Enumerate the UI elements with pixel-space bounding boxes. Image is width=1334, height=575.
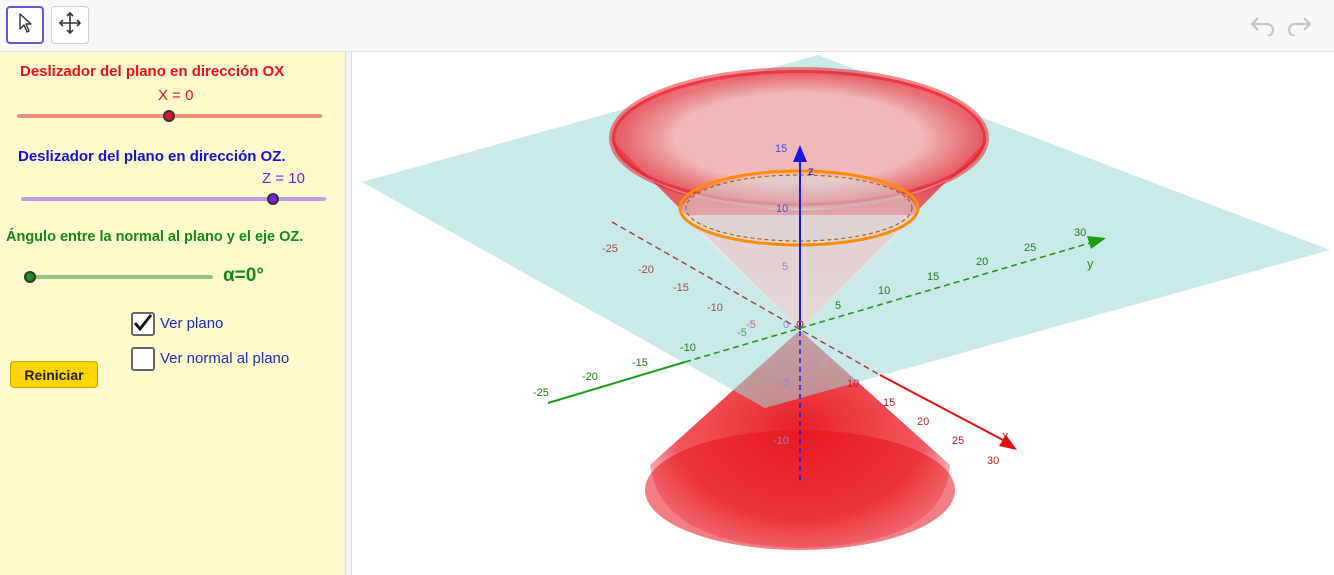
- y-tick-5: 5: [835, 300, 841, 312]
- x-tick-10: 10: [847, 378, 859, 390]
- y-tick-20: 20: [976, 256, 988, 268]
- arrow-pointer-icon: [15, 12, 35, 39]
- slider-angle-value: α=0°: [223, 265, 264, 286]
- reiniciar-button[interactable]: Reiniciar: [10, 361, 98, 388]
- y-tick-neg25: -25: [533, 387, 549, 399]
- x-tick-25: 25: [952, 435, 964, 447]
- undo-button[interactable]: [1248, 12, 1278, 42]
- x-tick-neg20: -20: [638, 264, 654, 276]
- x-tick-neg15: -15: [673, 282, 689, 294]
- undo-icon: [1249, 14, 1277, 41]
- x-tick-5: 5: [821, 357, 827, 369]
- ver-normal-checkbox[interactable]: [131, 347, 155, 371]
- four-arrows-icon: [58, 11, 82, 40]
- x-tick-neg10: -10: [707, 302, 723, 314]
- slider-angle-title: Ángulo entre la normal al plano y el eje…: [6, 229, 304, 245]
- x-tick-20: 20: [917, 416, 929, 428]
- x-tick-30: 30: [987, 455, 999, 467]
- y-axis-label: y: [1087, 256, 1094, 271]
- x-tick-neg5: -5: [746, 319, 756, 331]
- x-tick-neg25: -25: [602, 243, 618, 255]
- slider-oz-knob[interactable]: [267, 193, 279, 205]
- move-graphics-view-tool-button[interactable]: [51, 6, 89, 44]
- z-tick-15: 15: [775, 143, 787, 155]
- slider-oz-track[interactable]: [21, 197, 326, 201]
- y-tick-neg20: -20: [582, 371, 598, 383]
- redo-button[interactable]: [1284, 12, 1314, 42]
- ver-normal-label[interactable]: Ver normal al plano: [160, 350, 289, 367]
- redo-icon: [1285, 14, 1313, 41]
- z-axis-label: z: [808, 164, 814, 178]
- slider-ox-knob[interactable]: [163, 110, 175, 122]
- y-tick-10: 10: [878, 285, 890, 297]
- slider-angle-knob[interactable]: [24, 271, 36, 283]
- z-tick-neg10: -10: [773, 435, 789, 447]
- controls-panel: Deslizador del plano en dirección OX X =…: [0, 52, 346, 575]
- y-tick-neg15: -15: [632, 357, 648, 369]
- toolbar: [0, 0, 1334, 52]
- y-tick-neg10: -10: [680, 342, 696, 354]
- ver-plano-checkbox[interactable]: [131, 312, 155, 336]
- y-tick-25: 25: [1024, 242, 1036, 254]
- y-tick-15: 15: [927, 271, 939, 283]
- slider-ox-value: X = 0: [158, 87, 194, 104]
- z-tick-neg5: -5: [780, 377, 790, 389]
- y-tick-30: 30: [1074, 227, 1086, 239]
- slider-ox-title: Deslizador del plano en dirección OX: [20, 63, 285, 80]
- slider-angle-track[interactable]: [27, 275, 213, 279]
- graphics-3d-view[interactable]: z 15 10 5 0 -5 -10 y -25 -20 -15 -10 -5 …: [352, 52, 1334, 575]
- move-pointer-tool-button[interactable]: [6, 6, 44, 44]
- ver-plano-label[interactable]: Ver plano: [160, 315, 223, 332]
- slider-oz-title: Deslizador del plano en dirección OZ.: [18, 148, 286, 165]
- z-tick-5: 5: [782, 261, 788, 273]
- slider-oz-value: Z = 10: [262, 170, 305, 187]
- x-tick-15: 15: [883, 397, 895, 409]
- x-axis-label: x: [1002, 428, 1009, 443]
- scene-3d[interactable]: z 15 10 5 0 -5 -10 y -25 -20 -15 -10 -5 …: [352, 52, 1334, 575]
- z-tick-10: 10: [776, 203, 788, 215]
